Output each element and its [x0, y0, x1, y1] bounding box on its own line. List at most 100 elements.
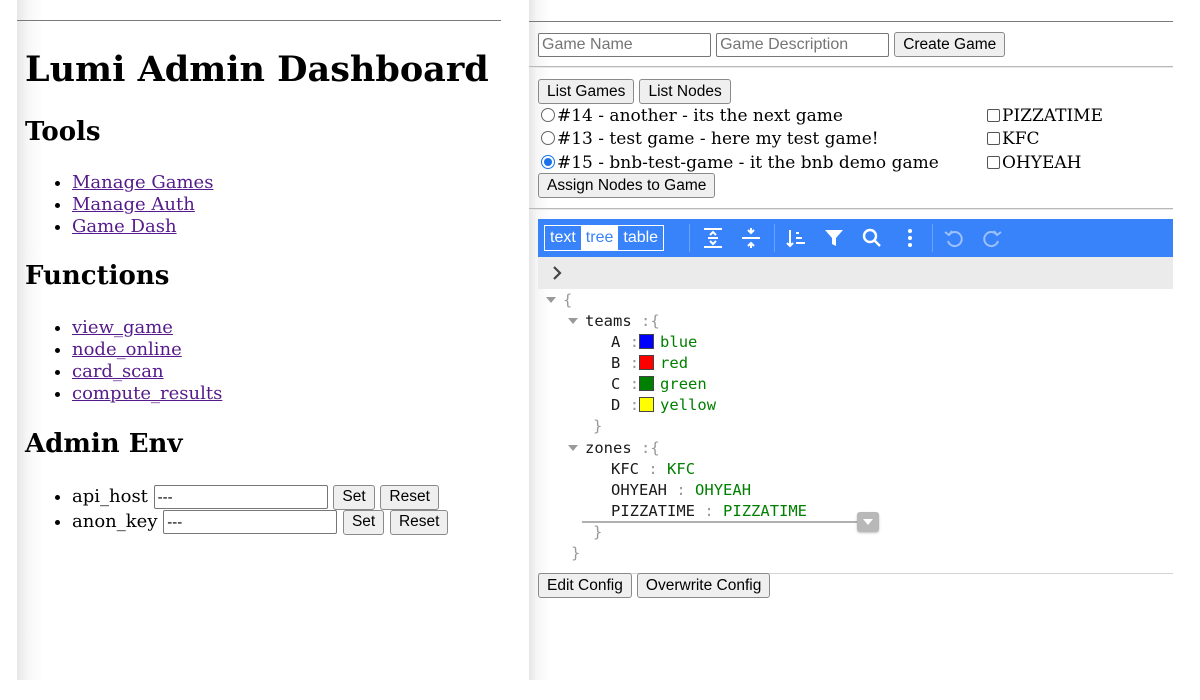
tree-row[interactable]: B : red [611, 353, 688, 374]
divider [529, 208, 1173, 210]
anon-key-set-button[interactable]: Set [342, 509, 385, 535]
sort-icon[interactable] [785, 227, 807, 249]
tree-value: KFC [667, 460, 696, 478]
open-brace: { [650, 439, 660, 457]
mode-table-tab[interactable]: table [618, 226, 664, 250]
create-game-button[interactable]: Create Game [894, 32, 1006, 57]
tree-row[interactable]: D : yellow [611, 395, 716, 416]
list-nodes-button[interactable]: List Nodes [639, 79, 731, 104]
view-game-link[interactable]: view_game [72, 317, 173, 338]
top-divider [529, 21, 1173, 22]
list-games-button[interactable]: List Games [538, 79, 635, 104]
triangle-down-icon[interactable] [546, 297, 556, 303]
tree-colon: : [648, 460, 658, 478]
toolbar-separator [932, 224, 933, 252]
triangle-down-icon[interactable] [568, 318, 578, 324]
node-online-link[interactable]: node_online [72, 339, 182, 360]
api-host-set-button[interactable]: Set [333, 484, 375, 510]
game-name-input[interactable] [538, 32, 711, 57]
undo-icon[interactable] [943, 227, 965, 249]
card-scan-link[interactable]: card_scan [72, 361, 164, 382]
radio-button[interactable] [541, 131, 555, 145]
tree-row[interactable]: OHYEAH : OHYEAH [611, 480, 751, 501]
game-option-label: #15 - bnb-test-game - it the bnb demo ga… [557, 153, 939, 173]
game-option-15[interactable]: #15 - bnb-test-game - it the bnb demo ga… [541, 152, 939, 174]
tree-row[interactable]: C : green [611, 374, 707, 395]
navigation-bar [538, 257, 1173, 289]
game-option-13[interactable]: #13 - test game - here my test game! [541, 128, 879, 150]
tree-key: zones [585, 439, 632, 457]
tree-colon: : [704, 502, 714, 520]
checkbox[interactable] [987, 109, 1000, 122]
admin-env-list: api_host Set Reset anon_key Set Reset [50, 484, 449, 535]
expand-all-icon[interactable] [702, 227, 724, 249]
tree-value: green [660, 375, 707, 393]
value-slider-track[interactable] [582, 521, 864, 523]
chevron-right-icon[interactable] [548, 264, 566, 282]
toolbar-separator [774, 224, 775, 252]
tree-row-close: } [593, 522, 602, 543]
tree-colon: : [641, 312, 651, 330]
editor-toolbar: text tree table [538, 219, 1173, 257]
filter-icon[interactable] [823, 227, 845, 249]
color-swatch[interactable] [639, 334, 655, 349]
tree-row-close: } [593, 416, 602, 437]
admin-sidebar: Lumi Admin Dashboard Tools Manage Games … [17, 0, 501, 680]
mode-switcher: text tree table [544, 225, 665, 251]
tools-heading: Tools [25, 117, 101, 147]
collapse-all-icon[interactable] [740, 227, 762, 249]
node-option-label: PIZZATIME [1002, 106, 1103, 126]
redo-icon[interactable] [981, 227, 1003, 249]
mode-tree-tab[interactable]: tree [580, 226, 619, 250]
list-item: Manage Auth [72, 194, 213, 216]
more-icon[interactable] [899, 227, 921, 249]
env-label: api_host [72, 486, 148, 507]
compute-results-link[interactable]: compute_results [72, 383, 222, 404]
color-swatch[interactable] [639, 376, 655, 391]
list-item: card_scan [72, 361, 222, 383]
node-option-pizzatime[interactable]: PIZZATIME [987, 105, 1103, 127]
overwrite-config-button[interactable]: Overwrite Config [636, 573, 771, 598]
tree-colon: : [629, 354, 640, 372]
radio-button[interactable] [541, 108, 555, 122]
checkbox[interactable] [987, 132, 1000, 145]
tree-row[interactable]: A : blue [611, 332, 697, 353]
tree-value: OHYEAH [695, 481, 752, 499]
tree-row[interactable]: KFC : KFC [611, 459, 695, 480]
color-swatch[interactable] [639, 397, 655, 412]
tree-row-teams[interactable]: teams :{ [568, 311, 660, 332]
anon-key-input[interactable] [163, 510, 338, 534]
mode-text-tab[interactable]: text [545, 226, 581, 250]
config-buttons: Edit Config Overwrite Config [538, 573, 771, 598]
game-option-14[interactable]: #14 - another - its the next game [541, 105, 843, 127]
anon-key-reset-button[interactable]: Reset [389, 509, 449, 535]
divider [529, 66, 1173, 68]
search-icon[interactable] [861, 227, 883, 249]
api-host-reset-button[interactable]: Reset [380, 484, 439, 510]
assign-nodes-button[interactable]: Assign Nodes to Game [538, 173, 716, 198]
tree-key: KFC [611, 460, 639, 478]
open-brace: { [563, 291, 573, 309]
edit-config-button[interactable]: Edit Config [538, 573, 632, 598]
color-swatch[interactable] [639, 355, 655, 370]
tree-row[interactable]: PIZZATIME : PIZZATIME [611, 501, 807, 522]
radio-button-selected[interactable] [541, 155, 555, 169]
manage-auth-link[interactable]: Manage Auth [72, 194, 195, 215]
list-buttons: List Games List Nodes [538, 79, 731, 104]
node-option-ohyeah[interactable]: OHYEAH [987, 152, 1082, 174]
tree-key: OHYEAH [611, 481, 667, 499]
list-item: view_game [72, 317, 222, 339]
tree-colon: : [629, 333, 640, 351]
game-description-input[interactable] [716, 32, 890, 57]
node-option-kfc[interactable]: KFC [987, 128, 1040, 150]
checkbox[interactable] [987, 156, 1000, 169]
manage-games-link[interactable]: Manage Games [72, 172, 213, 193]
env-item-anon-key: anon_key Set Reset [72, 509, 449, 535]
api-host-input[interactable] [153, 485, 328, 509]
triangle-down-icon[interactable] [568, 445, 578, 451]
value-slider-handle[interactable] [857, 512, 879, 532]
list-item: compute_results [72, 383, 222, 405]
tree-key: C [611, 375, 621, 393]
tree-row-zones[interactable]: zones :{ [568, 438, 660, 459]
game-dash-link[interactable]: Game Dash [72, 216, 177, 237]
